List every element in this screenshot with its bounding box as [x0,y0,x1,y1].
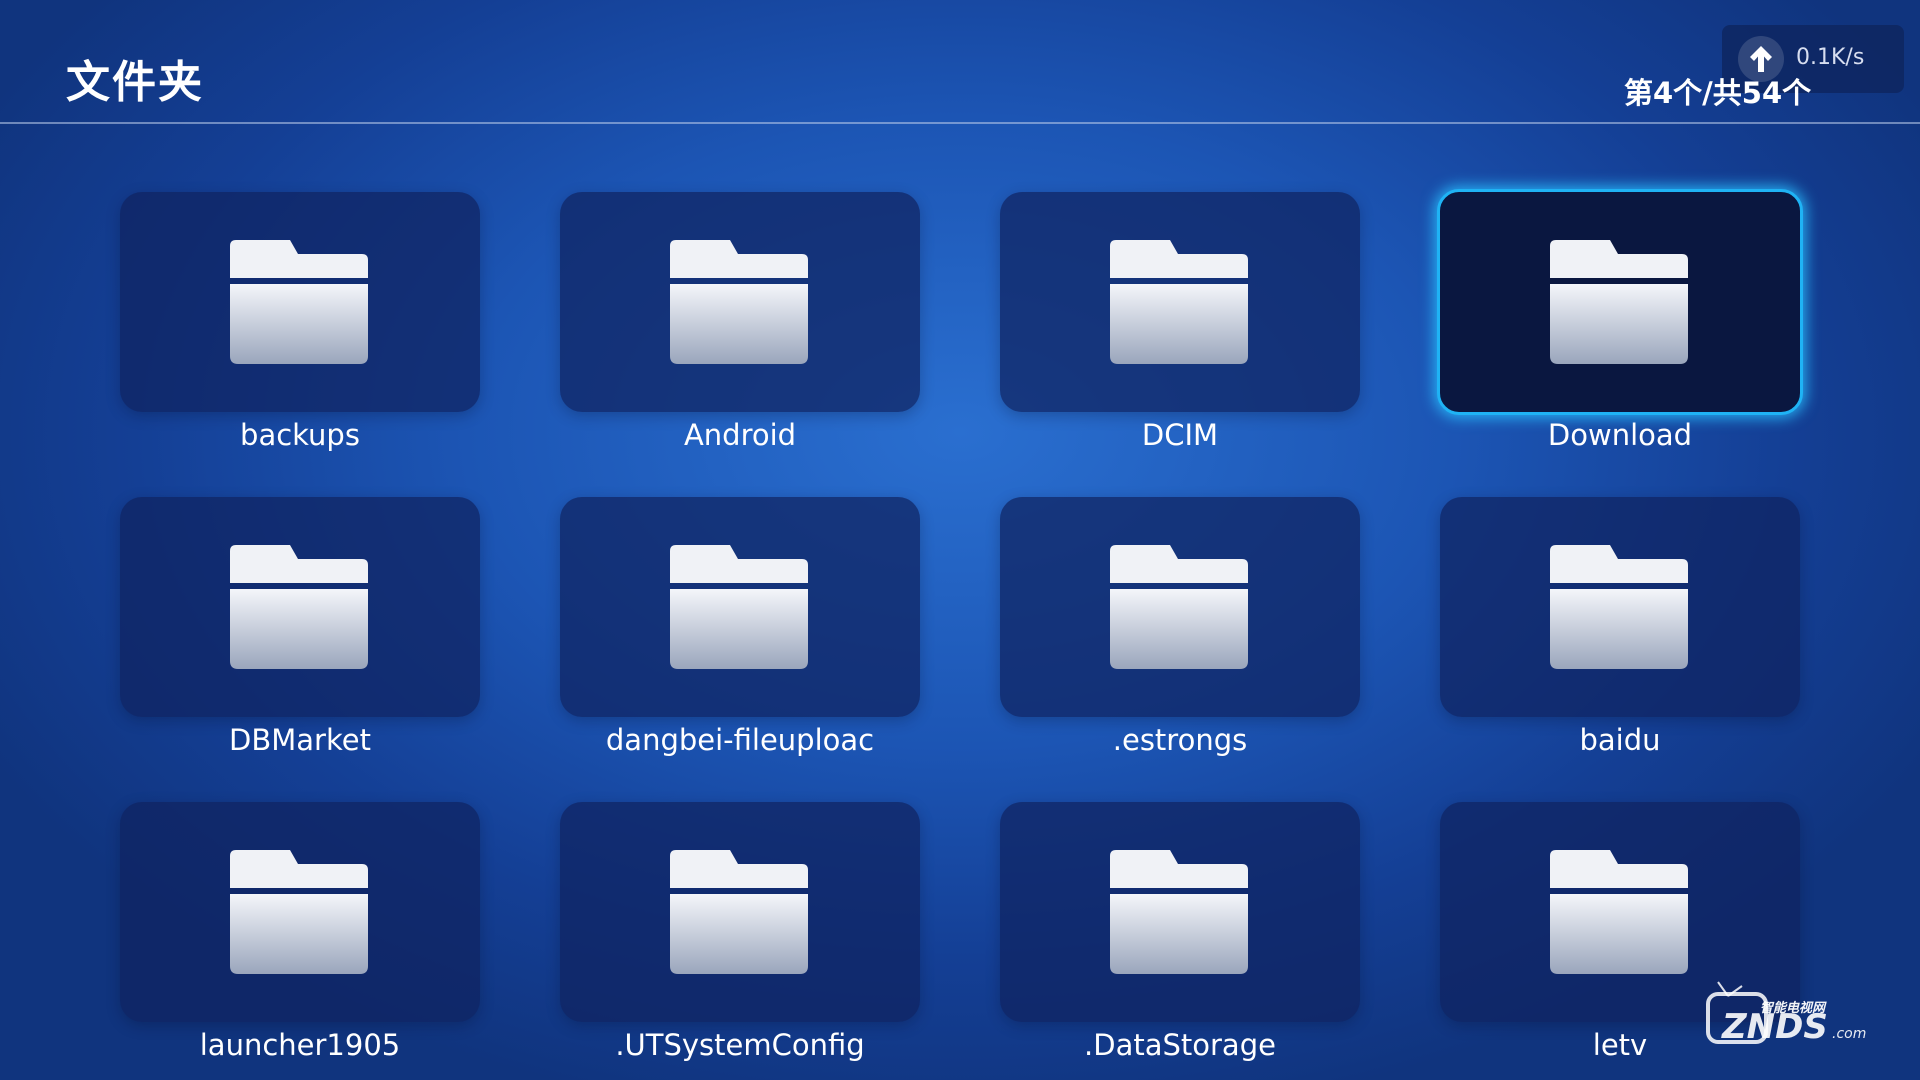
folder-tile[interactable] [560,497,920,717]
folder-icon [1550,240,1688,365]
folder-icon [1110,240,1248,365]
folder-grid: backups Android DCIM Download DBMarket d… [0,0,1920,1080]
folder-tile[interactable] [1000,497,1360,717]
folder-tile[interactable] [120,497,480,717]
folder-tile[interactable] [1440,497,1800,717]
folder-name-label: Android [683,418,797,452]
folder-tile[interactable] [1437,189,1803,415]
folder-tile[interactable] [120,192,480,412]
folder-name-label: backups [240,418,360,452]
folder-name-label: baidu [1579,723,1661,757]
folder-tile[interactable] [1000,192,1360,412]
folder-icon [670,850,808,975]
folder-icon [1110,850,1248,975]
folder-icon [1550,850,1688,975]
folder-icon [230,850,368,975]
folder-name-label: .estrongs [1112,723,1248,757]
folder-tile[interactable] [560,192,920,412]
folder-icon [1110,545,1248,670]
folder-name-label: DCIM [1141,418,1219,452]
folder-tile[interactable] [120,802,480,1022]
folder-name-label: .DataStorage [1084,1028,1276,1062]
folder-icon [1550,545,1688,670]
watermark-logo: 智能电视网 ZNDS .com [1706,980,1876,1050]
folder-name-label: DBMarket [229,723,371,757]
folder-name-label: Download [1547,418,1693,452]
folder-name-label: .UTSystemConfig [615,1028,865,1062]
folder-tile[interactable] [1000,802,1360,1022]
svg-text:.com: .com [1832,1026,1866,1042]
folder-icon [670,240,808,365]
svg-text:ZNDS: ZNDS [1721,1007,1828,1047]
folder-icon [230,240,368,365]
folder-tile[interactable] [560,802,920,1022]
folder-name-label: launcher1905 [199,1028,401,1062]
folder-icon [230,545,368,670]
folder-name-label: dangbei-fileuploac [605,723,875,757]
folder-icon [670,545,808,670]
